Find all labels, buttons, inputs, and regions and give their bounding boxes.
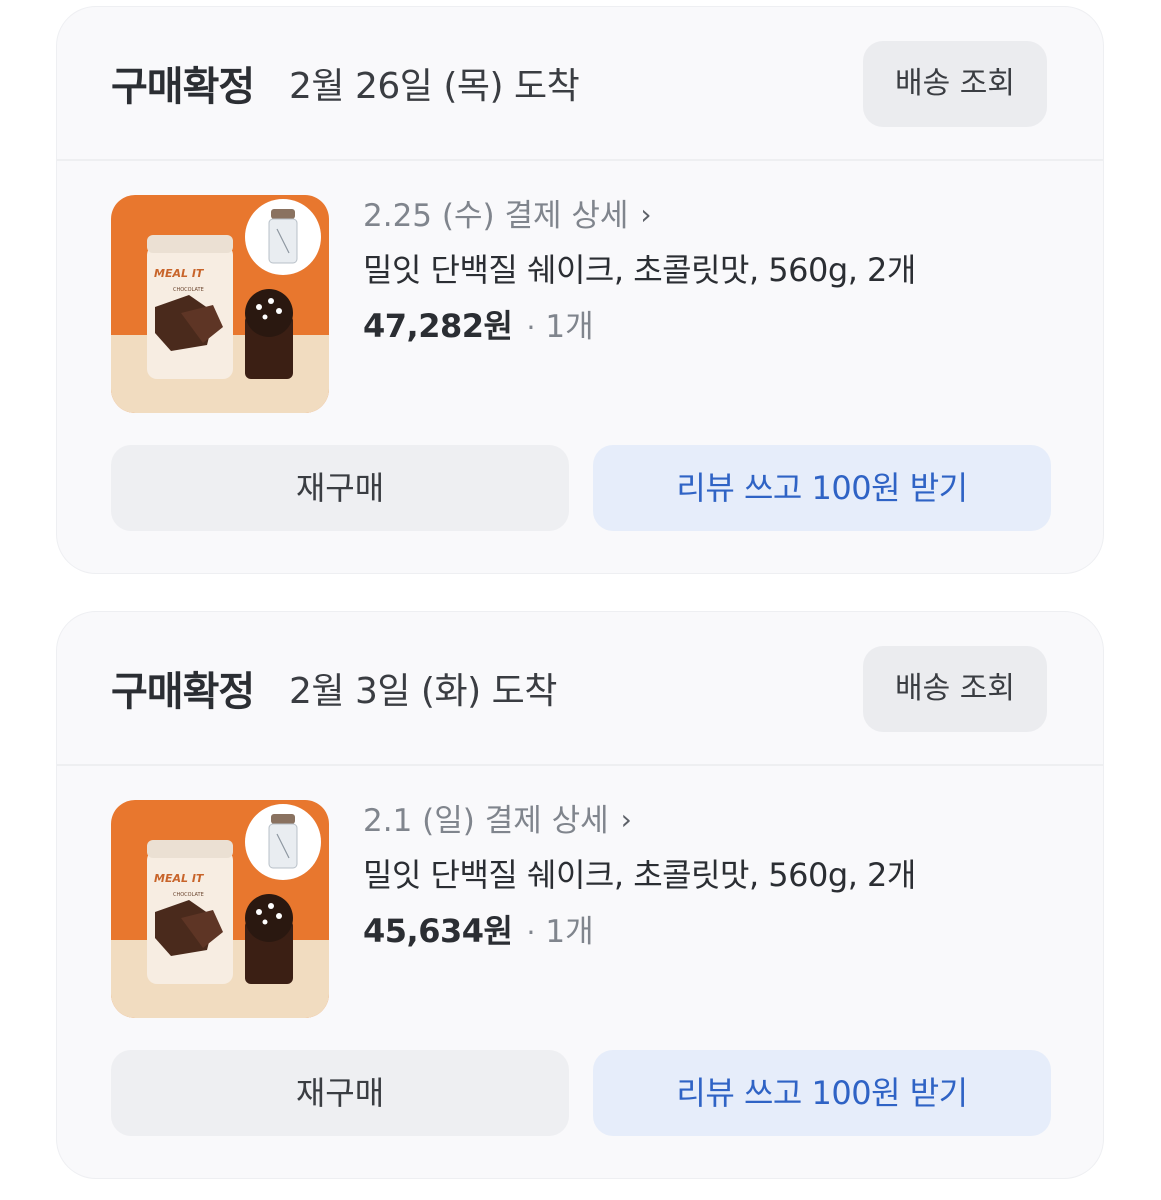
price-line: 45,634원 · 1개 bbox=[363, 909, 594, 959]
write-review-button[interactable]: 리뷰 쓰고 100원 받기 bbox=[593, 445, 1051, 531]
write-review-button[interactable]: 리뷰 쓰고 100원 받기 bbox=[593, 1050, 1051, 1136]
separator-dot: · bbox=[526, 916, 536, 949]
order-card: 구매확정 2월 26일 (목) 도착 배송 조회 MEAL IT CHOCOLA… bbox=[56, 6, 1104, 574]
product-name[interactable]: 밀잇 단백질 쉐이크, 초콜릿맛, 560g, 2개 bbox=[363, 248, 916, 292]
rebuy-button[interactable]: 재구매 bbox=[111, 445, 569, 531]
chevron-right-icon: › bbox=[620, 803, 632, 836]
product-image: MEAL IT CHOCOLATE bbox=[111, 800, 329, 1018]
price: 47,282원 bbox=[363, 307, 513, 345]
payment-detail-link[interactable]: 2.1 (일) 결제 상세 › bbox=[363, 798, 632, 843]
product-name[interactable]: 밀잇 단백질 쉐이크, 초콜릿맛, 560g, 2개 bbox=[363, 853, 916, 897]
order-card: 구매확정 2월 3일 (화) 도착 배송 조회 MEAL IT CHOCOLAT… bbox=[56, 611, 1104, 1179]
thumb-flavor-text: CHOCOLATE bbox=[173, 892, 204, 898]
payment-date-label: 2.1 (일) 결제 상세 bbox=[363, 803, 609, 839]
product-thumbnail[interactable]: MEAL IT CHOCOLATE bbox=[111, 195, 329, 413]
price-line: 47,282원 · 1개 bbox=[363, 304, 594, 354]
thumb-brand-text: MEAL IT bbox=[154, 267, 205, 280]
arrival-date: 2월 3일 (화) 도착 bbox=[289, 671, 557, 712]
payment-detail-link[interactable]: 2.25 (수) 결제 상세 › bbox=[363, 193, 652, 238]
quantity: 1개 bbox=[545, 914, 594, 950]
quantity: 1개 bbox=[545, 309, 594, 345]
order-header: 구매확정 2월 26일 (목) 도착 배송 조회 bbox=[57, 7, 1103, 161]
payment-date-label: 2.25 (수) 결제 상세 bbox=[363, 198, 629, 234]
separator-dot: · bbox=[526, 311, 536, 344]
track-delivery-button[interactable]: 배송 조회 bbox=[863, 41, 1047, 127]
thumb-brand-text: MEAL IT bbox=[154, 872, 205, 885]
product-thumbnail[interactable]: MEAL IT CHOCOLATE bbox=[111, 800, 329, 1018]
rebuy-button[interactable]: 재구매 bbox=[111, 1050, 569, 1136]
track-delivery-button[interactable]: 배송 조회 bbox=[863, 646, 1047, 732]
order-header: 구매확정 2월 3일 (화) 도착 배송 조회 bbox=[57, 612, 1103, 766]
thumb-flavor-text: CHOCOLATE bbox=[173, 287, 204, 293]
product-image: MEAL IT CHOCOLATE bbox=[111, 195, 329, 413]
price: 45,634원 bbox=[363, 912, 513, 950]
chevron-right-icon: › bbox=[640, 198, 652, 231]
order-status: 구매확정 bbox=[111, 669, 255, 715]
arrival-date: 2월 26일 (목) 도착 bbox=[289, 66, 580, 107]
order-status: 구매확정 bbox=[111, 64, 255, 110]
